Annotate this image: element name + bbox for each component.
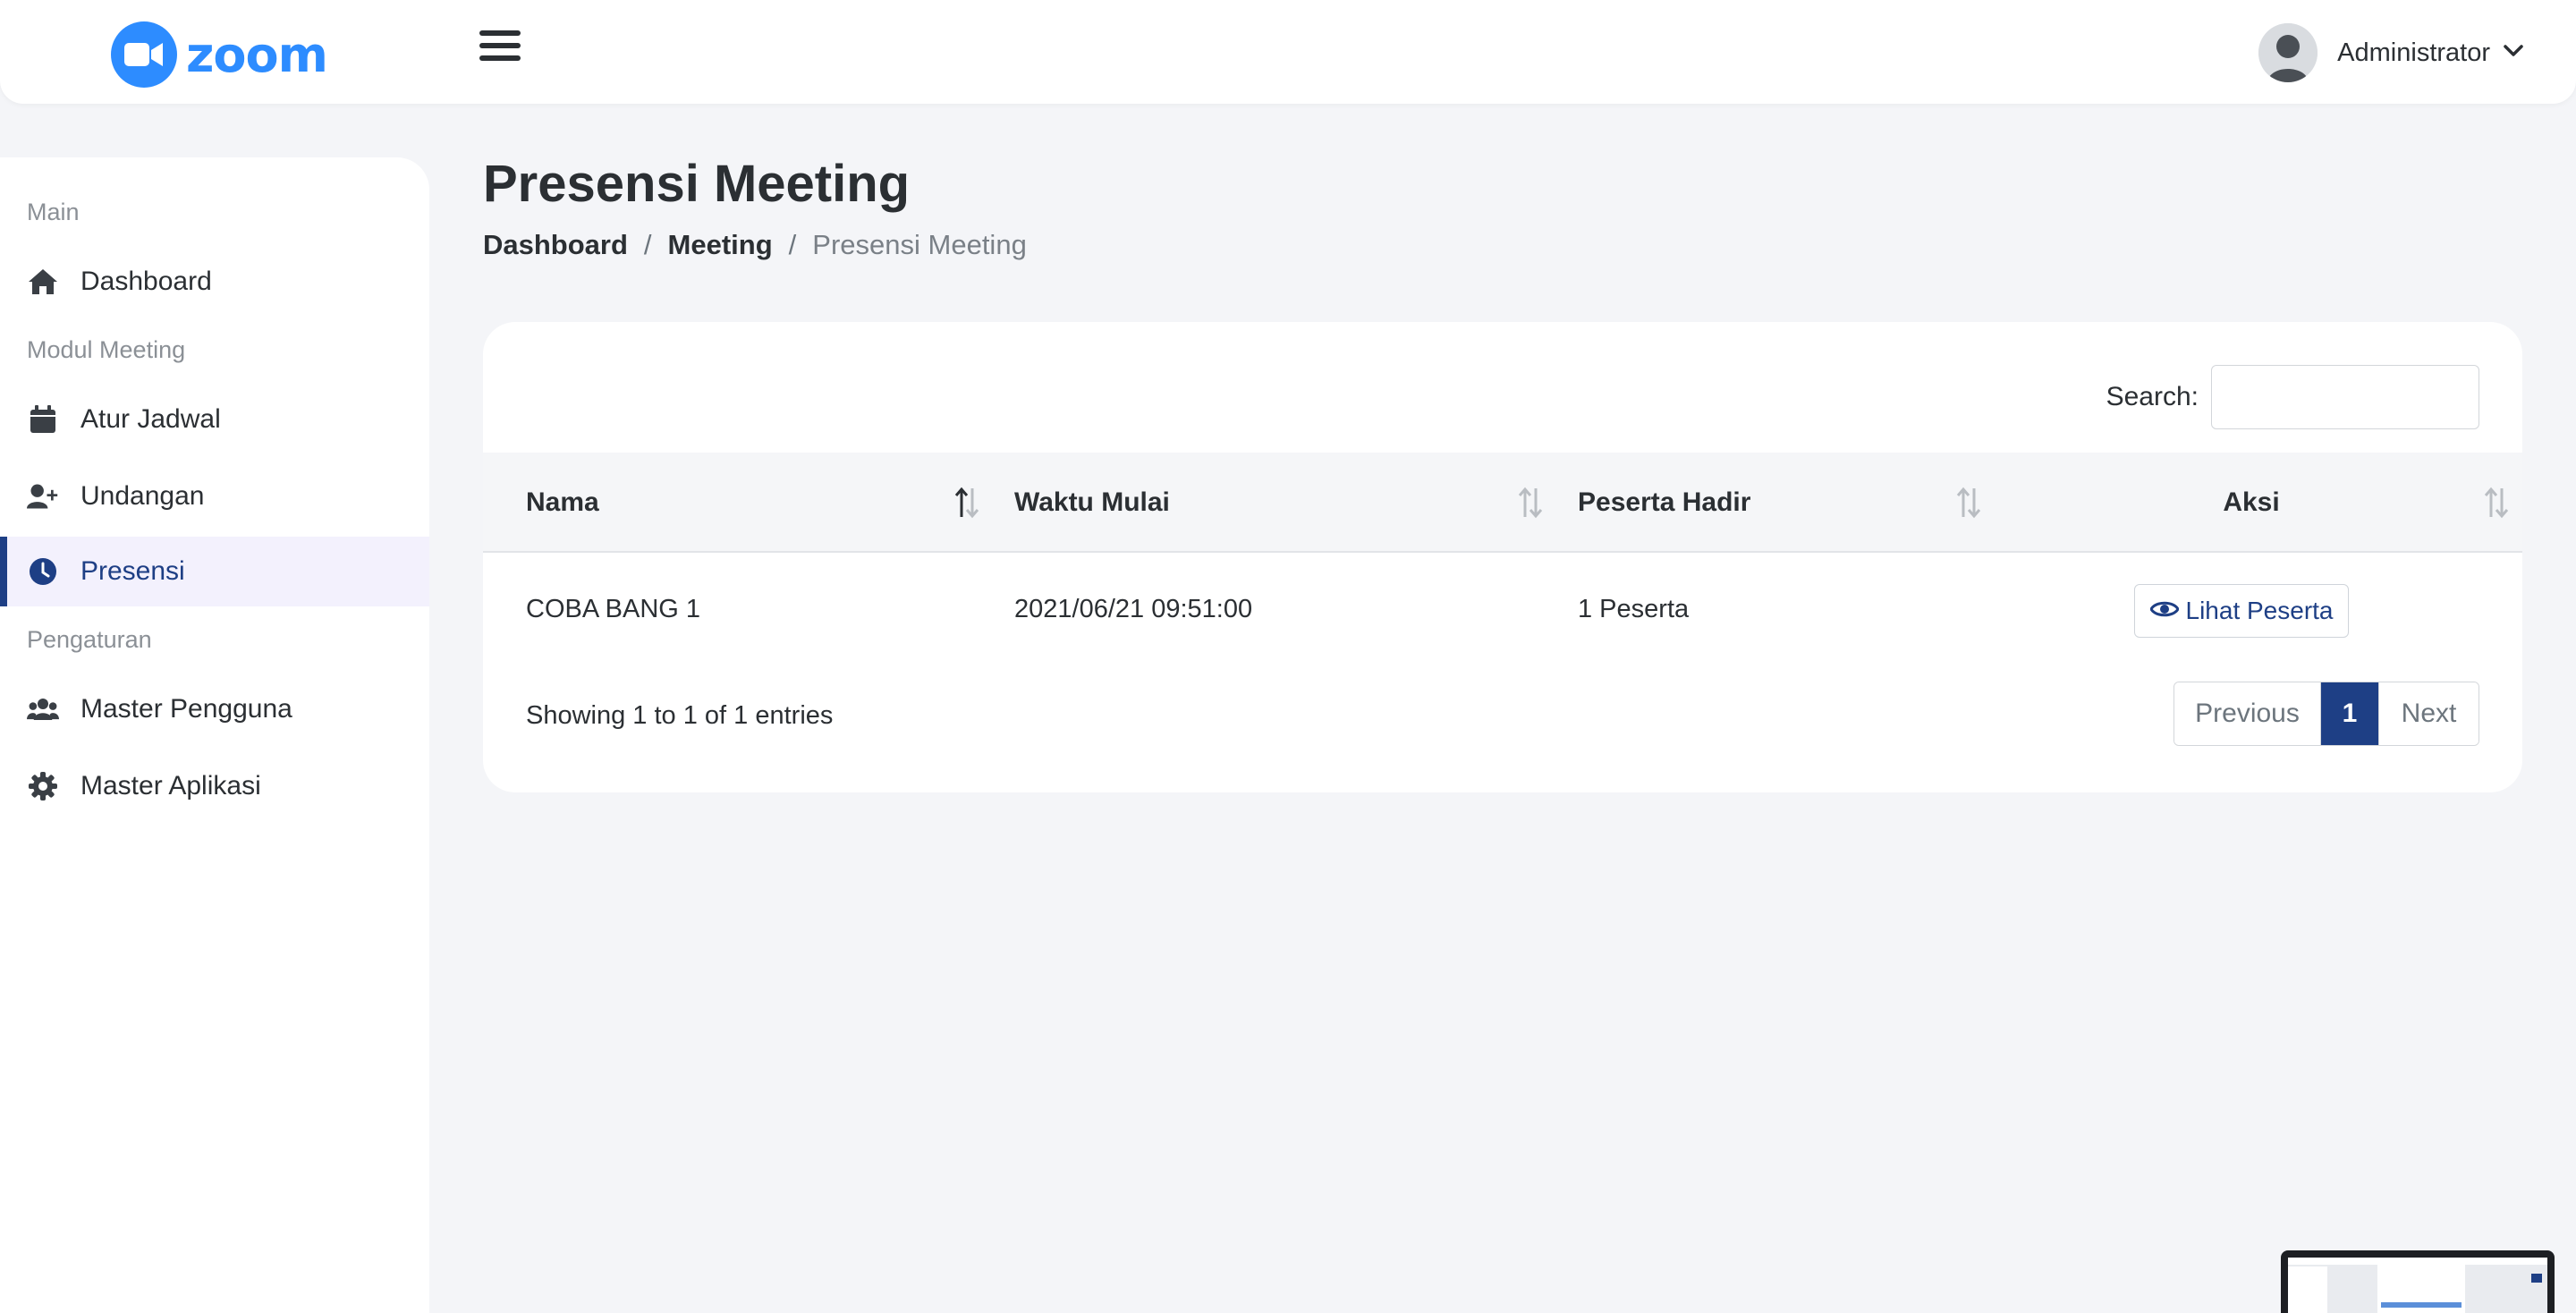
cell-peserta-hadir: 1 Peserta (1578, 594, 1690, 623)
page-1-button[interactable]: 1 (2321, 682, 2378, 745)
avatar-icon (2258, 23, 2318, 82)
sidebar-item-master-pengguna[interactable]: Master Pengguna (0, 674, 429, 744)
cell-waktu-mulai: 2021/06/21 09:51:00 (1014, 594, 1253, 623)
sidebar-item-label: Undangan (80, 481, 205, 511)
breadcrumb-meeting[interactable]: Meeting (668, 229, 773, 261)
previous-button[interactable]: Previous (2174, 682, 2321, 745)
thumbnail-preview (2288, 1258, 2547, 1313)
cell-nama: COBA BANG 1 (526, 594, 701, 623)
user-menu[interactable]: Administrator (2258, 23, 2524, 82)
sidebar-item-label: Master Pengguna (80, 694, 292, 724)
sort-ascending-icon[interactable] (953, 487, 980, 519)
chevron-down-icon (2503, 44, 2524, 63)
sidebar-item-undangan[interactable]: Undangan (0, 462, 429, 531)
column-header-waktu-mulai[interactable]: Waktu Mulai (1014, 453, 1170, 553)
breadcrumb-current: Presensi Meeting (812, 229, 1027, 260)
sidebar-item-master-aplikasi[interactable]: Master Aplikasi (0, 751, 429, 821)
hamburger-icon[interactable] (479, 30, 521, 66)
presensi-card: Search: Nama Waktu Mulai Peserta Hadir A… (483, 322, 2522, 792)
sidebar-section-pengaturan: Pengaturan (27, 626, 152, 653)
eye-icon (2148, 597, 2180, 625)
column-header-nama[interactable]: Nama (526, 453, 599, 553)
users-icon (27, 693, 59, 725)
brand-name: zoom (186, 26, 328, 83)
column-header-aksi[interactable]: Aksi (2014, 453, 2488, 553)
calendar-icon (27, 403, 59, 436)
search-input[interactable] (2211, 365, 2479, 429)
sidebar-item-label: Master Aplikasi (80, 771, 261, 801)
table-info: Showing 1 to 1 of 1 entries (526, 701, 834, 730)
clock-icon (27, 555, 59, 588)
top-navbar: zoom Administrator (0, 0, 2576, 104)
search-label: Search: (2106, 382, 2199, 411)
breadcrumb-separator: / (643, 229, 652, 260)
sidebar-item-label: Dashboard (80, 267, 212, 296)
screenshot-thumbnail[interactable] (2281, 1250, 2555, 1313)
user-plus-icon (27, 480, 59, 512)
sort-icon[interactable] (1517, 487, 1544, 519)
table-header: Nama Waktu Mulai Peserta Hadir Aksi (483, 453, 2522, 553)
sidebar-item-dashboard[interactable]: Dashboard (0, 247, 429, 317)
breadcrumb-dashboard[interactable]: Dashboard (483, 229, 628, 261)
search-group: Search: (2106, 365, 2479, 429)
column-header-label: Nama (526, 487, 599, 517)
column-header-label: Peserta Hadir (1578, 487, 1751, 517)
lihat-peserta-label: Lihat Peserta (2185, 597, 2334, 624)
sort-icon[interactable] (1955, 487, 1982, 519)
sidebar-item-atur-jadwal[interactable]: Atur Jadwal (0, 385, 429, 454)
sidebar: Main Dashboard Modul Meeting Atur Jadwal… (0, 157, 429, 1313)
video-camera-icon (111, 21, 177, 88)
user-name: Administrator (2337, 38, 2490, 67)
sidebar-section-modul-meeting: Modul Meeting (27, 336, 186, 363)
gear-icon (27, 770, 59, 802)
column-header-label: Aksi (2223, 487, 2280, 517)
sidebar-item-label: Presensi (80, 556, 185, 586)
zoom-logo[interactable]: zoom (111, 21, 328, 88)
sidebar-section-main: Main (27, 199, 80, 225)
page-title: Presensi Meeting (483, 155, 911, 213)
column-header-peserta-hadir[interactable]: Peserta Hadir (1578, 453, 1750, 553)
sort-icon[interactable] (2483, 487, 2510, 519)
next-button[interactable]: Next (2378, 682, 2479, 745)
column-header-label: Waktu Mulai (1014, 487, 1170, 517)
home-icon (27, 266, 59, 298)
breadcrumb: Dashboard / Meeting / Presensi Meeting (483, 229, 1027, 261)
breadcrumb-separator: / (788, 229, 797, 260)
sidebar-item-presensi[interactable]: Presensi (0, 537, 429, 606)
lihat-peserta-button[interactable]: Lihat Peserta (2134, 584, 2349, 638)
sidebar-item-label: Atur Jadwal (80, 404, 221, 434)
pagination: Previous 1 Next (2174, 682, 2479, 746)
